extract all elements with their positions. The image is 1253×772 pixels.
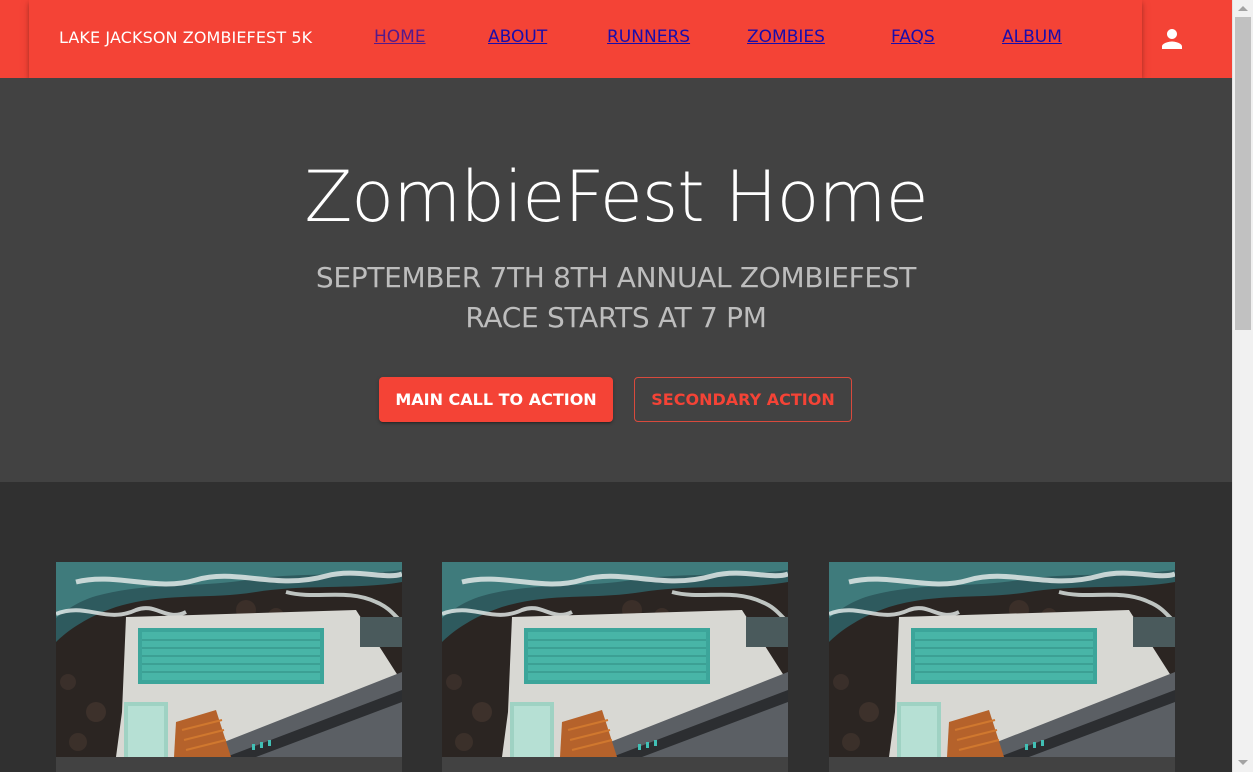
page: LAKE JACKSON ZOMBIEFEST 5K HOME ABOUT RU… — [0, 0, 1232, 772]
race-start-text: RACE STARTS AT 7 PM — [465, 301, 767, 334]
card-image — [56, 562, 402, 757]
secondary-action-button[interactable]: SECONDARY ACTION — [634, 377, 852, 422]
scroll-down-arrow-icon[interactable] — [1238, 760, 1248, 765]
nav-link-faqs[interactable]: FAQS — [891, 27, 935, 47]
account-button[interactable] — [1157, 24, 1187, 54]
page-scrollbar[interactable] — [1232, 0, 1253, 772]
scroll-thumb[interactable] — [1235, 17, 1251, 330]
card-1[interactable] — [56, 562, 402, 772]
main-call-to-action-button[interactable]: MAIN CALL TO ACTION — [379, 377, 613, 422]
card-2[interactable] — [442, 562, 788, 772]
card-image — [442, 562, 788, 757]
site-title: LAKE JACKSON ZOMBIEFEST 5K — [59, 28, 313, 47]
nav-link-about[interactable]: ABOUT — [488, 27, 547, 47]
nav-link-runners[interactable]: RUNNERS — [607, 27, 690, 47]
card-3[interactable] — [829, 562, 1175, 772]
card-image — [829, 562, 1175, 757]
page-title: ZombieFest Home — [304, 156, 928, 238]
toolbar: LAKE JACKSON ZOMBIEFEST 5K — [29, 0, 1142, 78]
scroll-up-arrow-icon[interactable] — [1238, 6, 1248, 11]
person-icon — [1162, 29, 1182, 49]
event-date-text: SEPTEMBER 7TH 8TH ANNUAL ZOMBIEFEST — [315, 261, 917, 294]
nav-link-home[interactable]: HOME — [374, 27, 426, 47]
nav-link-album[interactable]: ALBUM — [1002, 27, 1062, 47]
app-header: LAKE JACKSON ZOMBIEFEST 5K HOME ABOUT RU… — [0, 0, 1232, 78]
hero-section: ZombieFest Home SEPTEMBER 7TH 8TH ANNUAL… — [0, 78, 1232, 482]
nav-link-zombies[interactable]: ZOMBIES — [747, 27, 825, 47]
